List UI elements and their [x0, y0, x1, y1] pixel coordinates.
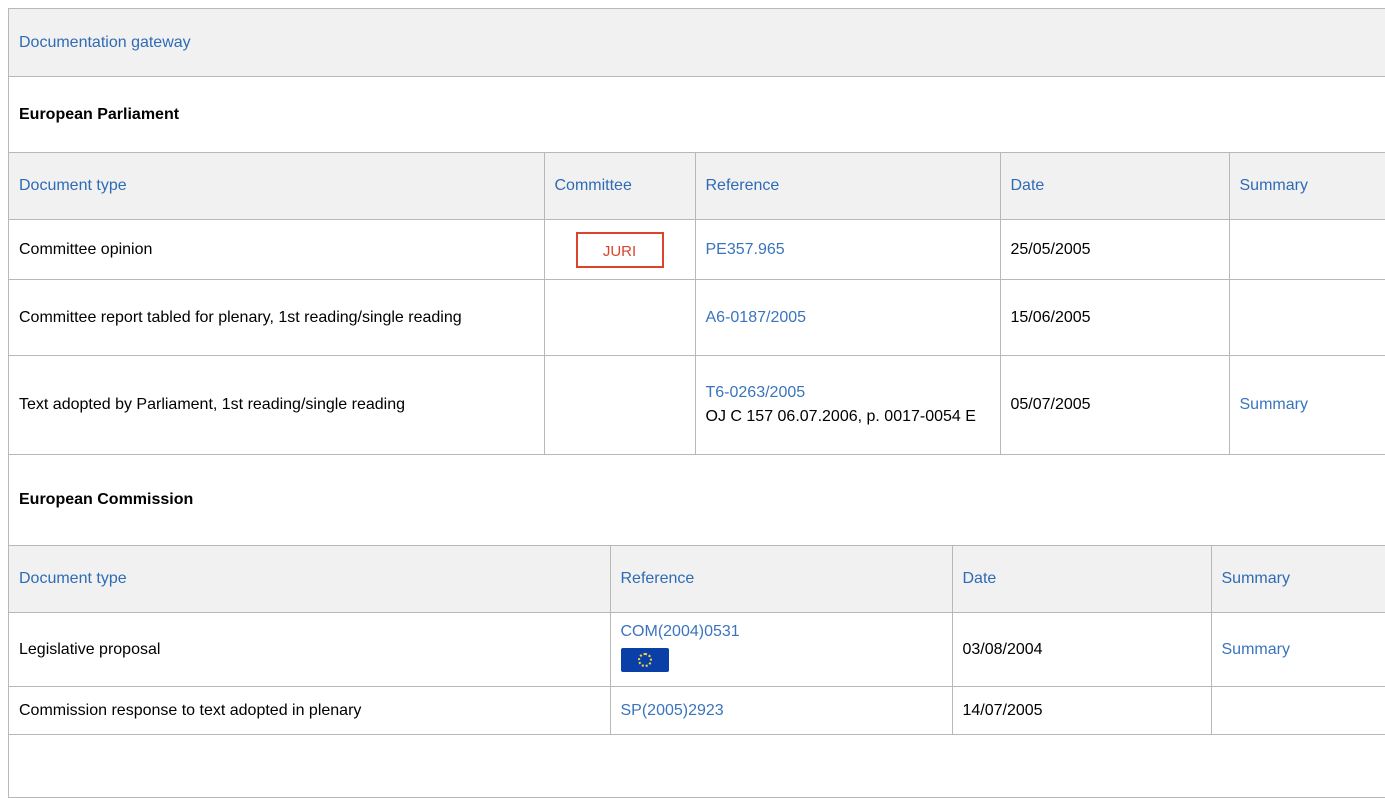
table-row: Committee opinion JURI PE357.965 25/05/2… — [9, 219, 1385, 280]
summary-cell — [1210, 686, 1385, 735]
table-header-row: Document type Committee Reference Date S… — [9, 152, 1385, 220]
commission-table: Document type Reference Date Summary Leg… — [9, 545, 1385, 735]
committee-badge-juri[interactable]: JURI — [575, 231, 664, 268]
reference-cell: COM(2004)0531 — [609, 612, 953, 687]
reference-cell: A6-0187/2005 — [694, 279, 1001, 356]
date-cell: 14/07/2005 — [951, 686, 1212, 735]
date-cell: 05/07/2005 — [999, 355, 1230, 455]
committee-cell — [543, 355, 696, 455]
table-header-row: Document type Reference Date Summary — [9, 545, 1385, 613]
doc-type-cell: Committee report tabled for plenary, 1st… — [9, 279, 545, 356]
col-header-committee: Committee — [543, 152, 696, 220]
documentation-gateway-panel: Documentation gateway European Parliamen… — [8, 8, 1385, 798]
doc-type-cell: Commission response to text adopted in p… — [9, 686, 611, 735]
col-header-document-type: Document type — [9, 545, 611, 613]
summary-cell: Summary — [1228, 355, 1385, 455]
reference-link[interactable]: T6-0263/2005 — [706, 381, 990, 405]
col-header-reference: Reference — [694, 152, 1001, 220]
table-row: Text adopted by Parliament, 1st reading/… — [9, 355, 1385, 455]
official-journal-reference: OJ C 157 06.07.2006, p. 0017-0054 E — [705, 408, 976, 425]
summary-cell: Summary — [1210, 612, 1385, 687]
col-header-summary: Summary — [1228, 152, 1385, 220]
summary-link[interactable]: Summary — [1222, 641, 1290, 658]
doc-type-cell: Legislative proposal — [9, 612, 611, 687]
summary-cell — [1228, 219, 1385, 280]
table-row: Committee report tabled for plenary, 1st… — [9, 279, 1385, 356]
col-header-date: Date — [951, 545, 1212, 613]
col-header-reference: Reference — [609, 545, 953, 613]
col-header-document-type: Document type — [9, 152, 545, 220]
eu-flag-icon[interactable] — [620, 647, 669, 672]
date-cell: 25/05/2005 — [999, 219, 1230, 280]
reference-link[interactable]: SP(2005)2923 — [621, 702, 724, 719]
reference-link[interactable]: PE357.965 — [706, 241, 785, 258]
table-row: Legislative proposal COM(2004)0531 03/08… — [9, 612, 1385, 687]
committee-cell — [543, 279, 696, 356]
reference-link[interactable]: A6-0187/2005 — [706, 309, 807, 326]
reference-link[interactable]: COM(2004)0531 — [621, 620, 942, 644]
doc-type-cell: Text adopted by Parliament, 1st reading/… — [9, 355, 545, 455]
col-header-summary: Summary — [1210, 545, 1385, 613]
date-cell: 03/08/2004 — [951, 612, 1212, 687]
table-row: Commission response to text adopted in p… — [9, 686, 1385, 735]
parliament-table: Document type Committee Reference Date S… — [9, 152, 1385, 455]
reference-cell: T6-0263/2005 OJ C 157 06.07.2006, p. 001… — [694, 355, 1001, 455]
reference-cell: SP(2005)2923 — [609, 686, 953, 735]
parliament-section-title: European Parliament — [19, 105, 180, 123]
doc-type-cell: Committee opinion — [9, 219, 545, 280]
commission-section-title: European Commission — [19, 491, 194, 508]
reference-cell: PE357.965 — [694, 219, 1001, 280]
gateway-title[interactable]: Documentation gateway — [9, 9, 1385, 77]
date-cell: 15/06/2005 — [999, 279, 1230, 356]
summary-cell — [1228, 279, 1385, 356]
col-header-date: Date — [999, 152, 1230, 220]
committee-cell: JURI — [543, 219, 696, 280]
summary-link[interactable]: Summary — [1240, 396, 1308, 413]
